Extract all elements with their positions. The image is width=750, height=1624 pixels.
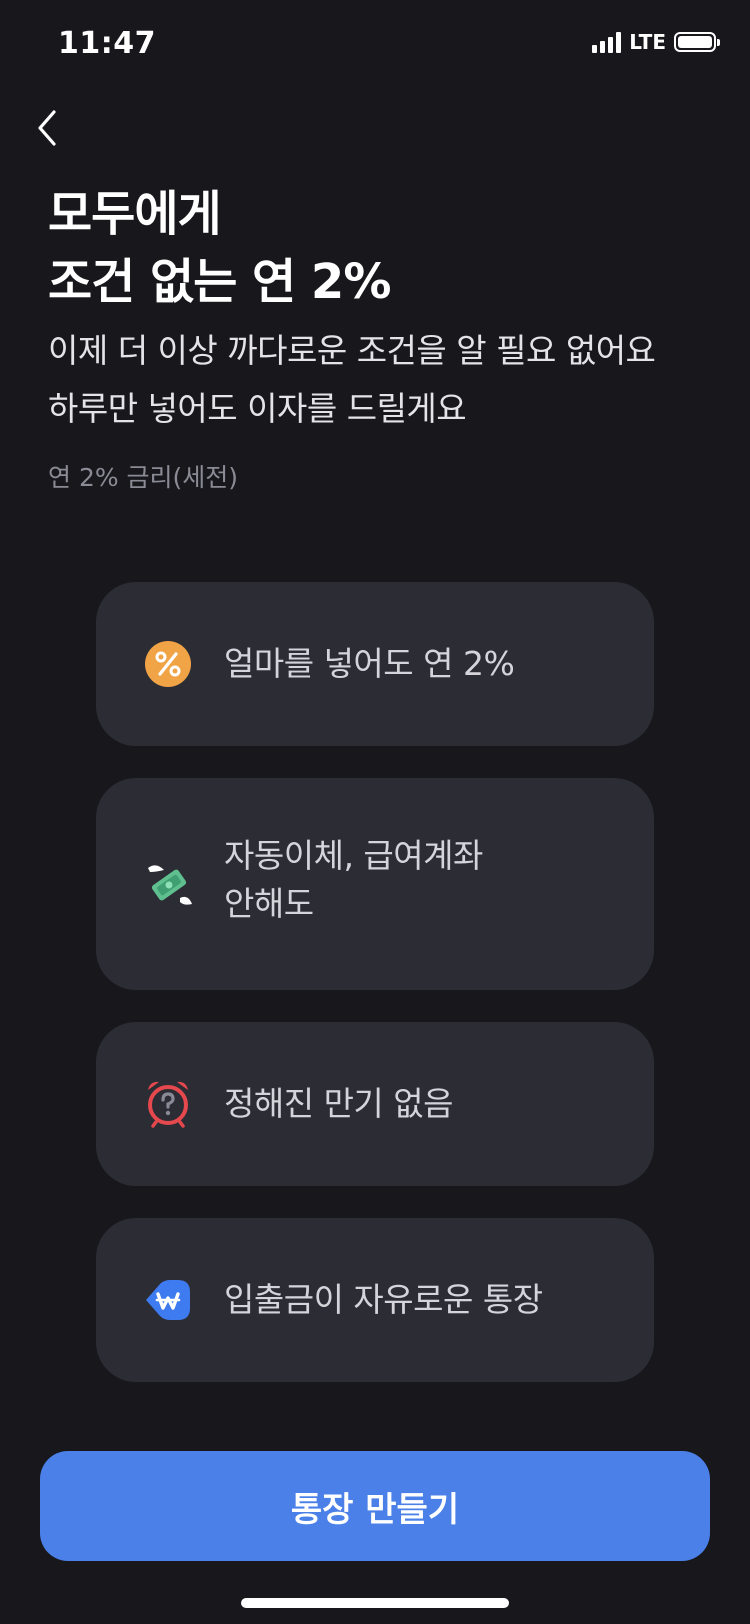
subtitle-line-2: 하루만 넣어도 이자를 드릴게요 <box>48 389 467 428</box>
feature-label: 자동이체, 급여계좌 안해도 <box>224 832 483 928</box>
page-subtitle: 이제 더 이상 까다로운 조건을 알 필요 없어요 하루만 넣어도 이자를 드릴… <box>48 322 656 438</box>
subtitle-line-1: 이제 더 이상 까다로운 조건을 알 필요 없어요 <box>48 331 656 370</box>
rate-note: 연 2% 금리(세전) <box>48 463 239 492</box>
feature-label: 얼마를 넣어도 연 2% <box>224 644 515 683</box>
feature-card-free-deposit: 입출금이 자유로운 통장 <box>96 1218 654 1382</box>
won-tag-icon <box>146 1280 190 1320</box>
title-line-2: 조건 없는 연 2% <box>48 254 391 310</box>
feature-card-no-conditions: 자동이체, 급여계좌 안해도 <box>96 778 654 990</box>
chevron-left-icon <box>38 110 56 146</box>
network-type: LTE <box>629 30 666 54</box>
feature-card-no-maturity: 정해진 만기 없음 <box>96 1022 654 1186</box>
feature-label-line-2: 안해도 <box>224 884 314 923</box>
percent-icon <box>145 641 191 687</box>
feature-label: 정해진 만기 없음 <box>224 1084 454 1123</box>
create-account-button[interactable]: 통장 만들기 <box>40 1451 710 1561</box>
feature-card-any-amount: 얼마를 넣어도 연 2% <box>96 582 654 746</box>
status-time: 11:47 <box>58 26 156 61</box>
status-bar: 11:47 LTE <box>0 0 750 90</box>
back-button[interactable] <box>30 106 70 150</box>
feature-label: 입출금이 자유로운 통장 <box>224 1280 543 1319</box>
home-indicator <box>241 1598 509 1608</box>
feature-label-line-1: 자동이체, 급여계좌 <box>224 836 483 875</box>
title-line-1: 모두에게 <box>48 186 222 242</box>
page-title: 모두에게 조건 없는 연 2% <box>48 180 391 316</box>
signal-icon <box>592 31 622 53</box>
battery-icon <box>674 32 720 52</box>
flying-money-icon <box>148 865 192 905</box>
status-indicators: LTE <box>592 30 720 54</box>
alarm-clock-question-icon <box>148 1081 188 1128</box>
